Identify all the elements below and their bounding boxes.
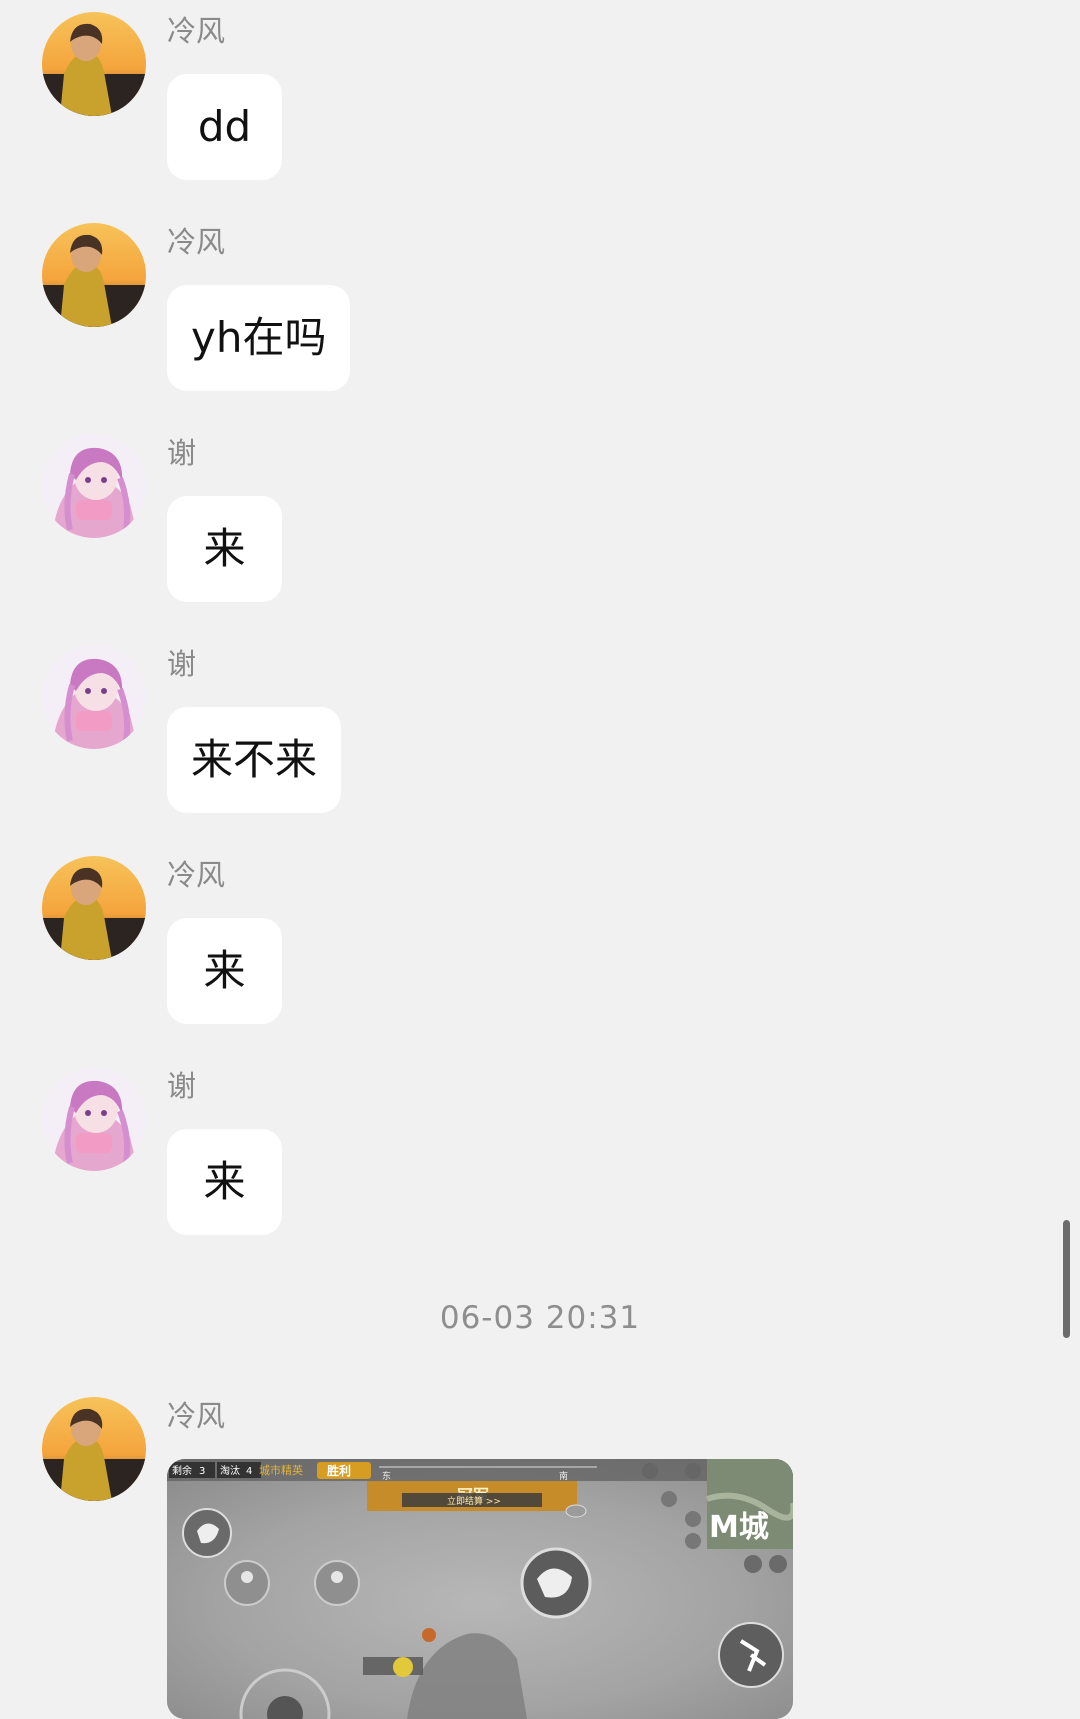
- avatar[interactable]: [42, 856, 146, 960]
- sender-name: 谢: [167, 647, 197, 681]
- game-screenshot-image: 剩余 3 淘汰 4 城市精英 胜利 东 南 冠军 立即结算 >> M城: [167, 1459, 793, 1719]
- svg-text:4: 4: [246, 1466, 252, 1477]
- svg-text:3: 3: [199, 1466, 205, 1477]
- message-bubble[interactable]: yh在吗: [167, 285, 351, 391]
- avatar[interactable]: [42, 223, 146, 327]
- sunset-boy-avatar-icon: [42, 1397, 146, 1501]
- avatar[interactable]: [42, 1397, 146, 1501]
- message-bubble[interactable]: 来: [167, 918, 282, 1024]
- message-bubble[interactable]: 来: [167, 1129, 282, 1235]
- sender-name: 谢: [167, 1069, 197, 1103]
- sunset-boy-avatar-icon: [42, 856, 146, 960]
- sunset-boy-avatar-icon: [42, 223, 146, 327]
- avatar[interactable]: [42, 1067, 146, 1171]
- anime-girl-avatar-icon: [42, 645, 146, 749]
- svg-text:立即结算 >>: 立即结算 >>: [447, 1495, 501, 1507]
- sender-name: 冷风: [167, 858, 226, 892]
- svg-text:城市精英: 城市精英: [259, 1463, 303, 1477]
- svg-text:东: 东: [382, 1470, 391, 1482]
- svg-text:剩余: 剩余: [172, 1464, 192, 1477]
- anime-girl-avatar-icon: [42, 434, 146, 538]
- sunset-boy-avatar-icon: [42, 12, 146, 116]
- scrollbar[interactable]: [1063, 1220, 1070, 1338]
- image-message[interactable]: 剩余 3 淘汰 4 城市精英 胜利 东 南 冠军 立即结算 >> M城: [167, 1459, 793, 1719]
- svg-text:M城: M城: [709, 1510, 769, 1545]
- message-bubble[interactable]: 来不来: [167, 707, 342, 813]
- anime-girl-avatar-icon: [42, 1067, 146, 1171]
- avatar[interactable]: [42, 434, 146, 538]
- svg-text:淘汰: 淘汰: [220, 1464, 240, 1477]
- message-bubble[interactable]: 来: [167, 496, 282, 602]
- avatar[interactable]: [42, 12, 146, 116]
- svg-text:南: 南: [559, 1470, 568, 1482]
- sender-name: 谢: [167, 436, 197, 470]
- avatar[interactable]: [42, 645, 146, 749]
- sender-name: 冷风: [167, 225, 226, 259]
- sender-name: 冷风: [167, 1399, 226, 1433]
- sender-name: 冷风: [167, 14, 226, 48]
- timestamp-divider: 06-03 20:31: [439, 1300, 641, 1336]
- svg-text:胜利: 胜利: [327, 1463, 351, 1478]
- message-bubble[interactable]: dd: [167, 74, 282, 180]
